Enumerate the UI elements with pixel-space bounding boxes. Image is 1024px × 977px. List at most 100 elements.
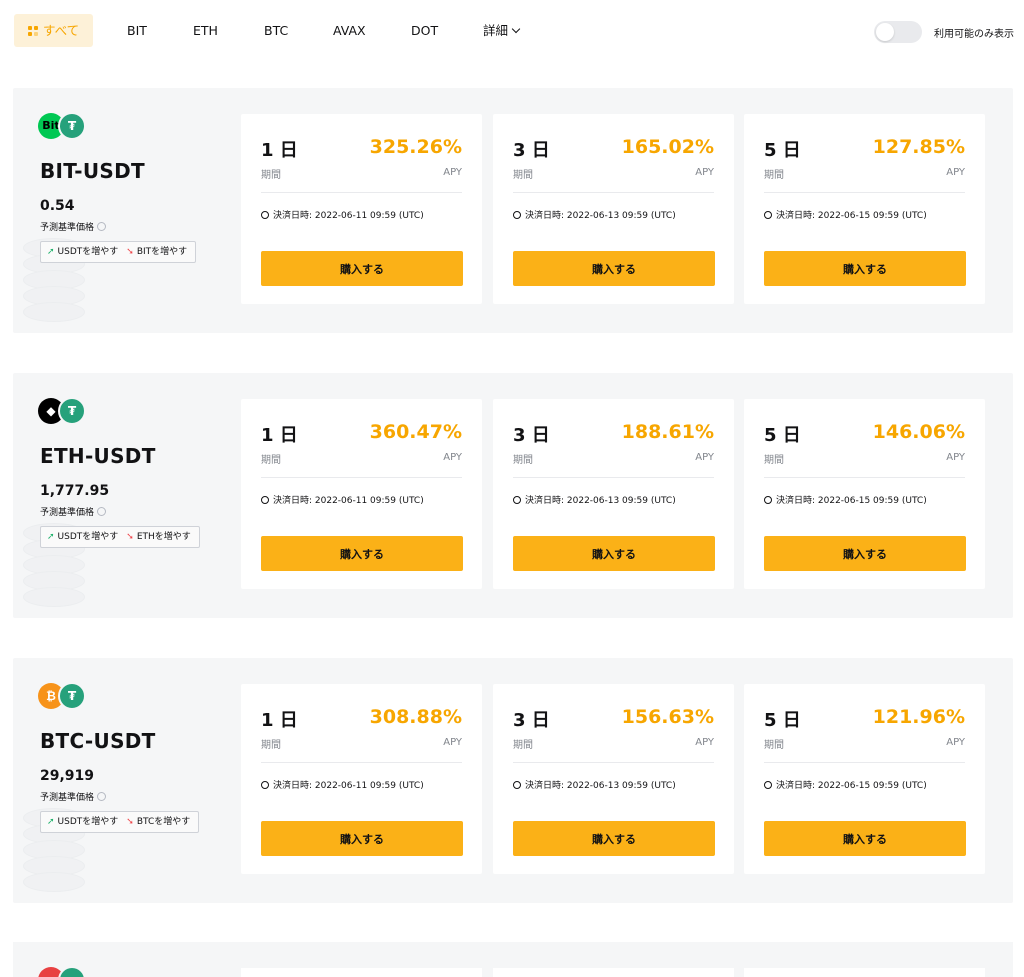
tab-btc[interactable]: BTC	[264, 14, 288, 47]
term-label: 期間	[513, 455, 533, 466]
settlement-time: 決済日時: 2022-06-11 09:59 (UTC)	[261, 493, 424, 506]
reference-price-label: 予測基準価格	[40, 790, 107, 803]
up-text: USDTを増やす	[57, 817, 119, 827]
usdt-icon: ₮	[58, 112, 86, 140]
product-row-btc-usdt: ₿ ₮ BTC-USDT 29,919 予測基準価格 ➚ USDTを増やす ➘ BTCを増やす 1…	[13, 658, 1013, 903]
available-only-toggle[interactable]	[874, 21, 922, 43]
buy-button[interactable]: 購入する	[764, 251, 966, 286]
clock-icon	[764, 496, 772, 504]
term-value: 1 日	[261, 710, 298, 731]
arrow-down-icon: ➘	[126, 817, 134, 827]
coin-pair-icons: ₿ ₮	[38, 682, 118, 711]
direction-box: ➚ USDTを増やす ➘ ETHを増やす	[40, 526, 200, 548]
buy-button[interactable]: 購入する	[513, 821, 715, 856]
settlement-time: 決済日時: 2022-06-13 09:59 (UTC)	[513, 493, 676, 506]
apy-value: 308.88%	[369, 706, 462, 728]
tab-bit[interactable]: BIT	[127, 14, 147, 47]
buy-button[interactable]: 購入する	[513, 536, 715, 571]
direction-box: ➚ USDTを増やす ➘ BTCを増やす	[40, 811, 200, 833]
settlement-text: 決済日時: 2022-06-13 09:59 (UTC)	[525, 496, 676, 506]
info-icon[interactable]	[97, 507, 107, 516]
reference-price-label-text: 予測基準価格	[40, 223, 95, 233]
buy-button[interactable]: 購入する	[261, 536, 463, 571]
term-value: 3 日	[513, 710, 550, 731]
term-label: 期間	[764, 455, 784, 466]
settlement-text: 決済日時: 2022-06-15 09:59 (UTC)	[776, 781, 927, 791]
term-label: 期間	[764, 170, 784, 181]
term-value: 3 日	[513, 140, 550, 161]
clock-icon	[261, 496, 269, 504]
term-value: 5 日	[764, 140, 801, 161]
term-card	[241, 968, 482, 977]
settlement-time: 決済日時: 2022-06-11 09:59 (UTC)	[261, 208, 424, 221]
reference-price: 29,919	[40, 768, 95, 784]
apy-value: 146.06%	[872, 421, 965, 443]
tab-more[interactable]: 詳細	[483, 14, 521, 47]
term-value: 3 日	[513, 425, 550, 446]
tab-dot[interactable]: DOT	[411, 14, 438, 47]
term-card: 3 日期間 165.02% APY 決済日時: 2022-06-13 09:59 (U…	[493, 114, 734, 304]
term-label: 期間	[513, 740, 533, 751]
term-label: 期間	[764, 740, 784, 751]
apy-label: APY	[946, 737, 965, 748]
apy-value: 325.26%	[369, 136, 462, 158]
apy-value: 188.61%	[621, 421, 714, 443]
apy-label: APY	[946, 452, 965, 463]
arrow-up-icon: ➚	[47, 247, 55, 257]
term-card: 5 日期間 127.85% APY 決済日時: 2022-06-15 09:59 (U…	[744, 114, 985, 304]
apy-label: APY	[695, 737, 714, 748]
down-text: BITを増やす	[136, 247, 188, 257]
buy-button[interactable]: 購入する	[261, 251, 463, 286]
term-card: 5 日期間 146.06% APY 決済日時: 2022-06-15 09:59 (U…	[744, 399, 985, 589]
term-card: 1 日期間 308.88% APY 決済日時: 2022-06-11 09:59 (U…	[241, 684, 482, 874]
arrow-up-icon: ➚	[47, 817, 55, 827]
coin-pair-icons: ◆ ₮	[38, 397, 118, 426]
usdt-icon	[58, 966, 86, 977]
clock-icon	[513, 496, 521, 504]
settlement-time: 決済日時: 2022-06-13 09:59 (UTC)	[513, 208, 676, 221]
term-card: 1 日期間 360.47% APY 決済日時: 2022-06-11 09:59 (U…	[241, 399, 482, 589]
term-label: 期間	[261, 455, 281, 466]
divider	[513, 192, 714, 193]
settlement-text: 決済日時: 2022-06-15 09:59 (UTC)	[776, 211, 927, 221]
pair-name: BTC-USDT	[40, 729, 156, 753]
tab-eth[interactable]: ETH	[193, 14, 218, 47]
clock-icon	[764, 781, 772, 789]
down-text: BTCを増やす	[136, 817, 191, 827]
settlement-text: 決済日時: 2022-06-13 09:59 (UTC)	[525, 211, 676, 221]
settlement-time: 決済日時: 2022-06-13 09:59 (UTC)	[513, 778, 676, 791]
tab-avax[interactable]: AVAX	[333, 14, 366, 47]
divider	[764, 762, 965, 763]
available-only-label: 利用可能のみ表示	[934, 29, 1014, 40]
settlement-text: 決済日時: 2022-06-11 09:59 (UTC)	[273, 781, 424, 791]
settlement-text: 決済日時: 2022-06-11 09:59 (UTC)	[273, 496, 424, 506]
term-value: 1 日	[261, 140, 298, 161]
term-label: 期間	[513, 170, 533, 181]
buy-button[interactable]: 購入する	[261, 821, 463, 856]
direction-box: ➚ USDTを増やす ➘ BITを増やす	[40, 241, 197, 263]
buy-button[interactable]: 購入する	[764, 536, 966, 571]
apy-value: 121.96%	[872, 706, 965, 728]
buy-button[interactable]: 購入する	[513, 251, 715, 286]
pair-name: BIT-USDT	[40, 159, 145, 183]
info-icon[interactable]	[97, 792, 107, 801]
coin-pair-icons	[38, 966, 118, 977]
divider	[513, 477, 714, 478]
settlement-text: 決済日時: 2022-06-15 09:59 (UTC)	[776, 496, 927, 506]
clock-icon	[513, 781, 521, 789]
filter-bar: すべて BIT ETH BTC AVAX DOT 詳細 利用可能のみ表示	[0, 0, 1024, 62]
product-row-partial	[13, 942, 1013, 977]
tab-all[interactable]: すべて	[14, 14, 94, 47]
term-label: 期間	[261, 170, 281, 181]
reference-price: 1,777.95	[40, 483, 110, 499]
buy-button[interactable]: 購入する	[764, 821, 966, 856]
arrow-up-icon: ➚	[47, 532, 55, 542]
term-value: 1 日	[261, 425, 298, 446]
arrow-down-icon: ➘	[126, 532, 134, 542]
info-icon[interactable]	[97, 222, 107, 231]
reference-price-label: 予測基準価格	[40, 505, 107, 518]
reference-price: 0.54	[40, 198, 75, 214]
apy-value: 127.85%	[872, 136, 965, 158]
coin-pair-icons: Bit ₮	[38, 112, 118, 141]
term-card: 5 日期間 121.96% APY 決済日時: 2022-06-15 09:59 (U…	[744, 684, 985, 874]
